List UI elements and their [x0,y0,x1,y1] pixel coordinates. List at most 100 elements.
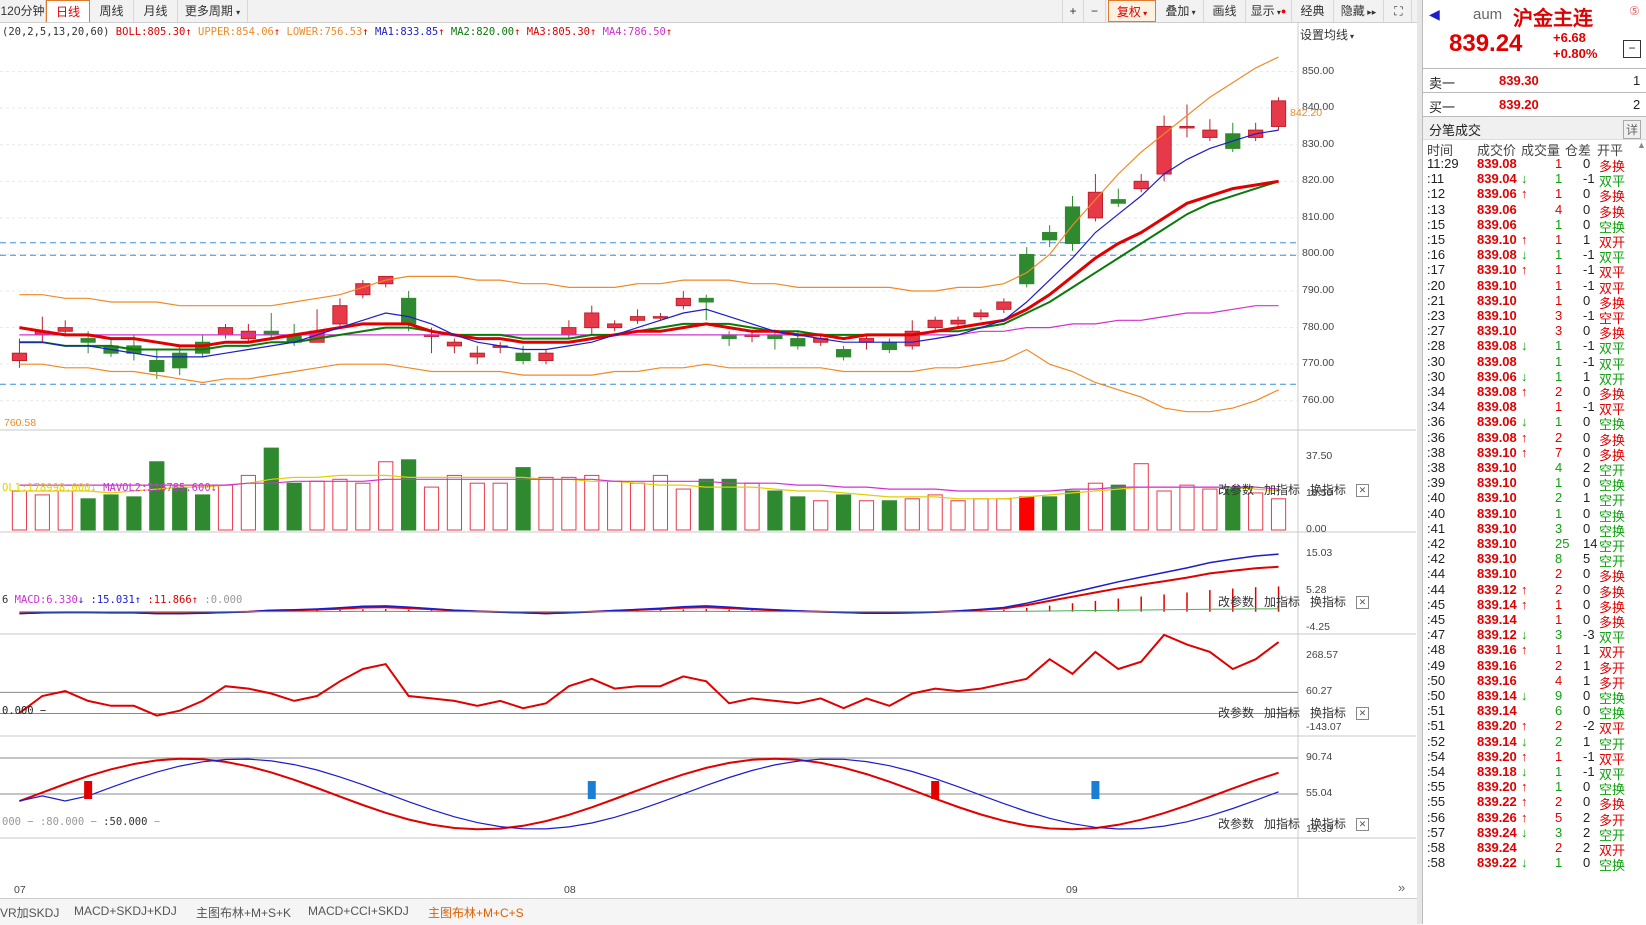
currency-icon[interactable]: ⑤ [1629,4,1640,18]
trade-oi-change: 1 [1583,657,1591,673]
trade-oi-change: 2 [1583,840,1591,855]
period-daily-button[interactable]: 日线 [46,0,90,22]
trade-arrow-icon: ↑ [1521,718,1528,734]
add-indicator-button[interactable]: 加指标 [1264,483,1300,497]
trade-oi-change: 1 [1583,368,1591,384]
edit-params-button[interactable]: 改参数 [1218,483,1254,497]
trade-oi-change: -1 [1583,277,1595,293]
classic-button[interactable]: 经典 [1292,0,1334,22]
trade-volume: 2 [1555,794,1563,810]
trade-time: :54 [1427,748,1446,764]
trade-price: 839.08 [1477,429,1517,445]
volume-bar [629,482,646,531]
trade-price: 839.10 [1477,460,1517,475]
trade-volume: 1 [1555,764,1563,779]
trade-price: 839.10 [1477,551,1517,567]
switch-indicator-button[interactable]: 换指标 [1310,706,1346,720]
display-label: 显示 [1250,4,1275,18]
overlay-dropdown[interactable]: 叠加 ▾ [1158,0,1204,22]
trade-volume: 2 [1555,581,1563,597]
scroll-right-icon[interactable]: » [1398,880,1405,895]
add-indicator-button[interactable]: 加指标 [1264,817,1300,831]
trade-row: :36 839.06 ↓ 1 0 空换 [1423,414,1646,432]
cci-legend: 0.000 − [2,705,47,717]
period-120min-button[interactable]: 120分钟 [0,0,46,22]
display-dropdown[interactable]: 显示 ▾● [1246,0,1292,22]
trade-row: :56 839.26 ↑ 5 2 多开 [1423,809,1646,828]
draw-line-button[interactable]: 画线 [1204,0,1246,22]
trade-time: :42 [1427,551,1446,567]
trade-arrow-icon: ↓ [1521,338,1528,354]
trade-time: :27 [1427,323,1446,339]
trade-type: 空换 [1599,858,1626,874]
last-price: 839.24 [1449,30,1523,57]
trade-arrow-icon: ↑ [1521,779,1528,795]
trade-price: 839.08 [1477,247,1517,263]
kline-chart[interactable] [0,22,1416,898]
tab-boll-m-s-k[interactable]: 主图布林+M+S+K [196,904,291,921]
volume-bar [492,482,508,531]
trades-detail-button[interactable]: 详 [1623,120,1642,139]
trade-oi-change: 5 [1583,551,1591,567]
hide-button[interactable]: 隐藏 ▸▸ [1334,0,1384,22]
trade-price: 839.08 [1477,338,1517,354]
trade-oi-change: 0 [1583,475,1591,491]
legend-macd: MACD:6.330 [14,594,78,606]
trade-price: 839.20 [1477,718,1517,734]
sell1-price: 839.30 [1499,73,1539,88]
zoom-in-button[interactable]: + [1062,0,1084,22]
notification-dot-icon: ● [1280,6,1287,16]
tab-boll-m-c-s[interactable]: 主图布林+M+C+S [428,904,524,921]
scroll-up-icon[interactable]: ▲ [1637,140,1646,150]
trade-arrow-icon: ↑ [1521,429,1528,445]
edit-params-button[interactable]: 改参数 [1218,817,1254,831]
trade-price: 839.06 [1477,216,1517,232]
trade-volume: 1 [1555,368,1563,384]
zoom-out-button[interactable]: − [1084,0,1106,22]
tab-macd-cci-skdj[interactable]: MACD+CCI+SKDJ [308,904,409,918]
volume-bar [1179,484,1195,531]
restore-rights-dropdown[interactable]: 复权 ▾ [1108,0,1156,22]
trade-volume: 2 [1555,566,1563,582]
tab-vr-skdj[interactable]: VR加SKDJ [0,904,59,921]
trade-time: :45 [1427,612,1446,627]
kdj-legend: 000 − :80.000 − :50.000 − [2,816,161,828]
expand-icon[interactable]: ⛶ [1386,0,1412,22]
edit-params-button[interactable]: 改参数 [1218,595,1254,609]
contract-code: aum [1473,6,1503,23]
close-icon[interactable]: ✕ [1356,484,1370,498]
prev-contract-icon[interactable]: ◀ [1429,6,1440,23]
collapse-icon[interactable]: − [1623,40,1641,58]
trade-volume: 3 [1555,323,1563,339]
more-periods-dropdown[interactable]: 更多周期 ▾ [178,0,248,22]
period-weekly-button[interactable]: 周线 [90,0,134,22]
trade-volume: 8 [1555,551,1563,567]
trade-time: :38 [1427,460,1446,475]
price-tick: 800.00 [1302,247,1335,260]
trade-row: :36 839.08 ↑ 2 0 多换 [1423,429,1646,448]
hide-label: 隐藏 [1340,4,1365,18]
trade-volume: 1 [1555,186,1563,202]
close-icon[interactable]: ✕ [1356,707,1370,721]
close-icon[interactable]: ✕ [1356,596,1370,610]
tab-macd-skdj-kdj[interactable]: MACD+SKDJ+KDJ [74,904,177,918]
add-indicator-button[interactable]: 加指标 [1264,706,1300,720]
trade-volume: 3 [1555,627,1563,643]
close-icon[interactable]: ✕ [1356,818,1370,832]
trade-row: :42 839.10 25 14 空开 [1423,536,1646,554]
quote-panel: ◀ aum 沪金主连 ⑤ 839.24 +6.68 +0.80% − 卖一 83… [1422,0,1646,924]
volume-bar [767,490,783,531]
trade-oi-change: 2 [1583,809,1591,825]
switch-indicator-button[interactable]: 换指标 [1310,595,1346,609]
trade-time: :51 [1427,718,1446,734]
buy1-volume: 2 [1633,97,1641,112]
trade-time: :28 [1427,338,1446,354]
add-indicator-button[interactable]: 加指标 [1264,595,1300,609]
trade-time: :45 [1427,596,1446,612]
edit-params-button[interactable]: 改参数 [1218,706,1254,720]
trade-row: :27 839.10 3 0 多换 [1423,323,1646,341]
trade-oi-change: -1 [1583,308,1595,323]
trade-volume: 2 [1555,384,1563,399]
period-monthly-button[interactable]: 月线 [134,0,178,22]
trade-time: :48 [1427,642,1446,658]
